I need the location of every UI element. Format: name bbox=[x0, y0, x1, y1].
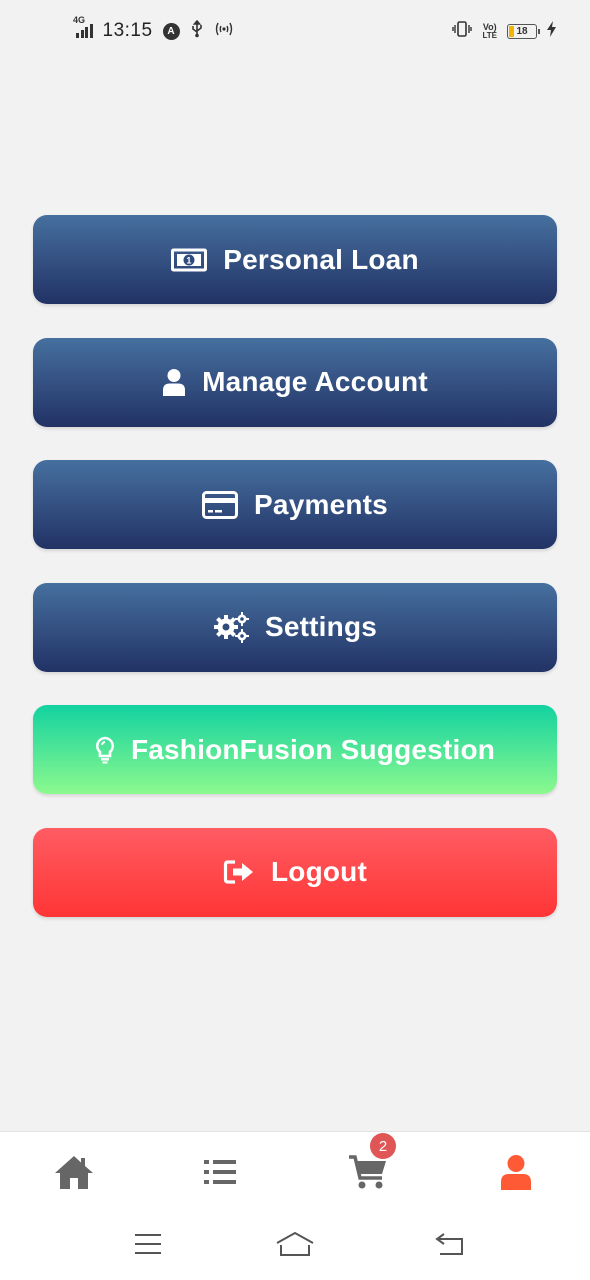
home-outline-icon bbox=[275, 1231, 315, 1262]
network-type: 4G bbox=[73, 15, 86, 25]
bottom-nav bbox=[0, 1131, 590, 1213]
settings-label: Settings bbox=[264, 611, 378, 642]
logout-label: Logout bbox=[270, 856, 368, 887]
gears-icon bbox=[213, 611, 249, 643]
payments-button[interactable]: Payments bbox=[33, 460, 557, 549]
money-bill-icon: 1 bbox=[171, 248, 208, 272]
nav-home[interactable] bbox=[52, 1152, 96, 1196]
battery-level: 18 bbox=[516, 25, 528, 37]
home-icon bbox=[54, 1154, 94, 1195]
sign-out-icon bbox=[223, 859, 255, 885]
signal-icon: 4G bbox=[73, 15, 93, 38]
cart-badge: 2 bbox=[370, 1133, 396, 1159]
list-icon bbox=[203, 1158, 237, 1191]
vibrate-icon bbox=[452, 20, 473, 42]
svg-text:1: 1 bbox=[187, 255, 192, 265]
status-left: 4G 13:15 A bbox=[73, 15, 234, 43]
battery-icon: 18 bbox=[507, 23, 540, 39]
menu-icon bbox=[133, 1233, 163, 1260]
account-menu: 1 Personal Loan Manage Account Payments bbox=[33, 215, 557, 950]
usb-icon bbox=[190, 19, 204, 43]
charging-icon bbox=[547, 20, 556, 42]
back-icon bbox=[434, 1232, 466, 1261]
lightbulb-icon bbox=[95, 736, 115, 764]
fashionfusion-suggestion-label: FashionFusion Suggestion bbox=[130, 733, 496, 765]
personal-loan-button[interactable]: 1 Personal Loan bbox=[33, 215, 557, 304]
clock: 13:15 bbox=[102, 20, 153, 41]
system-nav-bar bbox=[0, 1213, 590, 1280]
manage-account-button[interactable]: Manage Account bbox=[33, 337, 557, 427]
user-icon bbox=[500, 1154, 532, 1195]
payments-label: Payments bbox=[254, 488, 388, 520]
recent-apps-button[interactable] bbox=[126, 1229, 170, 1263]
volte-indicator: Vo) LTE bbox=[482, 22, 497, 40]
hotspot-icon bbox=[214, 21, 234, 42]
manage-account-label: Manage Account bbox=[202, 366, 428, 397]
credit-card-icon bbox=[202, 490, 239, 519]
status-bar: 4G 13:15 A Vo) LTE 18 bbox=[0, 0, 590, 62]
user-icon bbox=[162, 368, 186, 396]
notification-app-icon: A bbox=[162, 22, 180, 40]
volte-bottom: LTE bbox=[482, 30, 497, 40]
home-button[interactable] bbox=[273, 1229, 317, 1263]
nav-list[interactable] bbox=[198, 1152, 242, 1196]
logout-button[interactable]: Logout bbox=[33, 827, 557, 917]
nav-profile[interactable] bbox=[494, 1152, 538, 1196]
status-right: Vo) LTE 18 bbox=[452, 20, 556, 42]
cart-icon bbox=[348, 1154, 388, 1195]
settings-button[interactable]: Settings bbox=[33, 582, 557, 672]
personal-loan-label: Personal Loan bbox=[223, 243, 419, 275]
fashionfusion-suggestion-button[interactable]: FashionFusion Suggestion bbox=[33, 705, 557, 794]
back-button[interactable] bbox=[428, 1229, 472, 1263]
